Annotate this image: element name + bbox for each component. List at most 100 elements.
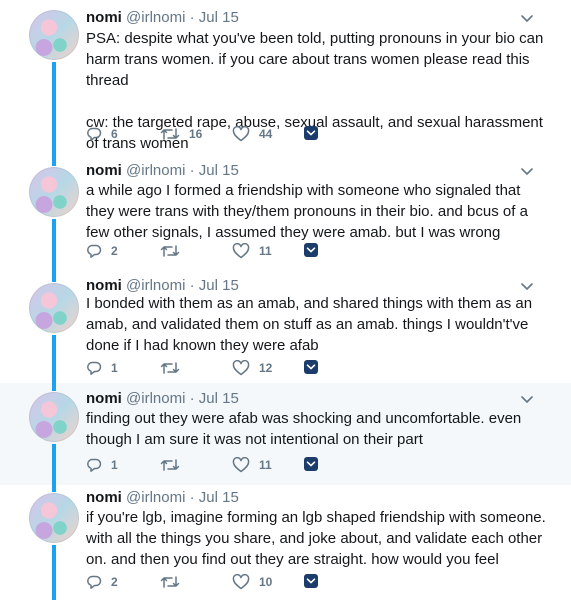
thread-line bbox=[52, 277, 56, 282]
thread-line bbox=[52, 444, 56, 485]
like-count: 10 bbox=[259, 575, 273, 589]
tweet-text: a while ago I formed a friendship with s… bbox=[86, 182, 533, 241]
reply-button[interactable]: 2 bbox=[86, 573, 118, 591]
direct-message-button[interactable] bbox=[303, 125, 319, 144]
display-name[interactable]: nomi bbox=[86, 9, 122, 26]
like-icon bbox=[232, 126, 250, 142]
retweet-icon bbox=[160, 128, 180, 140]
tweet-header: nomi @irlnomi · Jul 15 bbox=[86, 489, 239, 507]
direct-message-icon bbox=[304, 126, 318, 140]
separator-dot: · bbox=[189, 390, 195, 407]
retweet-button[interactable] bbox=[160, 242, 189, 260]
timestamp[interactable]: Jul 15 bbox=[199, 489, 239, 506]
tweet-2[interactable]: nomi @irlnomi · Jul 15 a while ago I for… bbox=[0, 160, 571, 277]
tweet-text: if you're lgb, imagine forming an lgb sh… bbox=[86, 509, 550, 568]
timestamp[interactable]: Jul 15 bbox=[199, 9, 239, 26]
like-button[interactable]: 12 bbox=[232, 359, 272, 377]
avatar[interactable] bbox=[29, 493, 79, 543]
tweet-header: nomi @irlnomi · Jul 15 bbox=[86, 9, 239, 27]
thread-line bbox=[52, 62, 56, 160]
timestamp[interactable]: Jul 15 bbox=[199, 162, 239, 179]
avatar[interactable] bbox=[29, 167, 79, 217]
separator-dot: · bbox=[189, 277, 195, 294]
direct-message-button[interactable] bbox=[303, 456, 319, 475]
retweet-icon bbox=[160, 245, 180, 257]
retweet-button[interactable]: 16 bbox=[160, 125, 202, 143]
direct-message-icon bbox=[304, 360, 318, 374]
like-count: 11 bbox=[259, 244, 272, 258]
tweet-4[interactable]: nomi @irlnomi · Jul 15 finding out they … bbox=[0, 383, 571, 485]
reply-count: 1 bbox=[111, 361, 118, 375]
tweet-thread: nomi @irlnomi · Jul 15 PSA: despite what… bbox=[0, 0, 571, 600]
user-handle[interactable]: @irlnomi bbox=[126, 489, 185, 506]
display-name[interactable]: nomi bbox=[86, 390, 122, 407]
direct-message-icon bbox=[304, 574, 318, 588]
separator-dot: · bbox=[189, 162, 195, 179]
retweet-button[interactable] bbox=[160, 456, 189, 474]
reply-button[interactable]: 2 bbox=[86, 242, 118, 260]
reply-icon bbox=[87, 575, 102, 589]
reply-icon bbox=[87, 361, 102, 375]
user-handle[interactable]: @irlnomi bbox=[126, 277, 185, 294]
thread-line bbox=[52, 545, 56, 600]
avatar[interactable] bbox=[29, 392, 79, 442]
direct-message-icon bbox=[304, 243, 318, 257]
display-name[interactable]: nomi bbox=[86, 277, 122, 294]
chevron-down-icon[interactable] bbox=[519, 278, 535, 294]
retweet-button[interactable] bbox=[160, 359, 189, 377]
retweet-icon bbox=[160, 459, 180, 471]
reply-icon bbox=[87, 458, 102, 472]
like-button[interactable]: 11 bbox=[232, 242, 272, 260]
separator-dot: · bbox=[189, 9, 195, 26]
separator-dot: · bbox=[189, 489, 195, 506]
tweet-text: I bonded with them as an amab, and share… bbox=[86, 295, 537, 354]
tweet-header: nomi @irlnomi · Jul 15 bbox=[86, 390, 239, 408]
user-handle[interactable]: @irlnomi bbox=[126, 390, 185, 407]
direct-message-button[interactable] bbox=[303, 573, 319, 592]
tweet-3[interactable]: nomi @irlnomi · Jul 15 I bonded with the… bbox=[0, 277, 571, 383]
retweet-icon bbox=[160, 576, 180, 588]
retweet-count: 16 bbox=[189, 127, 203, 141]
chevron-down-icon[interactable] bbox=[519, 163, 535, 179]
direct-message-button[interactable] bbox=[303, 359, 319, 378]
tweet-1[interactable]: nomi @irlnomi · Jul 15 PSA: despite what… bbox=[0, 0, 571, 160]
reply-count: 6 bbox=[111, 127, 118, 141]
reply-button[interactable]: 6 bbox=[86, 125, 118, 143]
reply-count: 2 bbox=[111, 244, 118, 258]
display-name[interactable]: nomi bbox=[86, 162, 122, 179]
like-icon bbox=[232, 574, 250, 590]
reply-count: 1 bbox=[111, 458, 118, 472]
reply-icon bbox=[87, 127, 102, 141]
user-handle[interactable]: @irlnomi bbox=[126, 9, 185, 26]
avatar[interactable] bbox=[29, 10, 79, 60]
reply-button[interactable]: 1 bbox=[86, 456, 118, 474]
like-button[interactable]: 10 bbox=[232, 573, 272, 591]
like-count: 12 bbox=[259, 361, 273, 375]
retweet-button[interactable] bbox=[160, 573, 189, 591]
chevron-down-icon[interactable] bbox=[519, 10, 535, 26]
thread-line bbox=[52, 335, 56, 383]
tweet-header: nomi @irlnomi · Jul 15 bbox=[86, 162, 239, 180]
direct-message-button[interactable] bbox=[303, 242, 319, 261]
like-icon bbox=[232, 457, 250, 473]
thread-line bbox=[52, 219, 56, 277]
thread-line bbox=[52, 160, 56, 166]
timestamp[interactable]: Jul 15 bbox=[199, 277, 239, 294]
display-name[interactable]: nomi bbox=[86, 489, 122, 506]
like-count: 44 bbox=[259, 127, 273, 141]
like-icon bbox=[232, 360, 250, 376]
chevron-down-icon[interactable] bbox=[519, 391, 535, 407]
reply-icon bbox=[87, 244, 102, 258]
like-icon bbox=[232, 243, 250, 259]
tweet-5[interactable]: nomi @irlnomi · Jul 15 if you're lgb, im… bbox=[0, 485, 571, 600]
like-button[interactable]: 44 bbox=[232, 125, 272, 143]
like-button[interactable]: 11 bbox=[232, 456, 272, 474]
tweet-text: finding out they were afab was shocking … bbox=[86, 410, 526, 448]
reply-button[interactable]: 1 bbox=[86, 359, 118, 377]
timestamp[interactable]: Jul 15 bbox=[199, 390, 239, 407]
direct-message-icon bbox=[304, 457, 318, 471]
thread-line bbox=[52, 383, 56, 391]
thread-line bbox=[52, 485, 56, 492]
user-handle[interactable]: @irlnomi bbox=[126, 162, 185, 179]
avatar[interactable] bbox=[29, 283, 79, 333]
